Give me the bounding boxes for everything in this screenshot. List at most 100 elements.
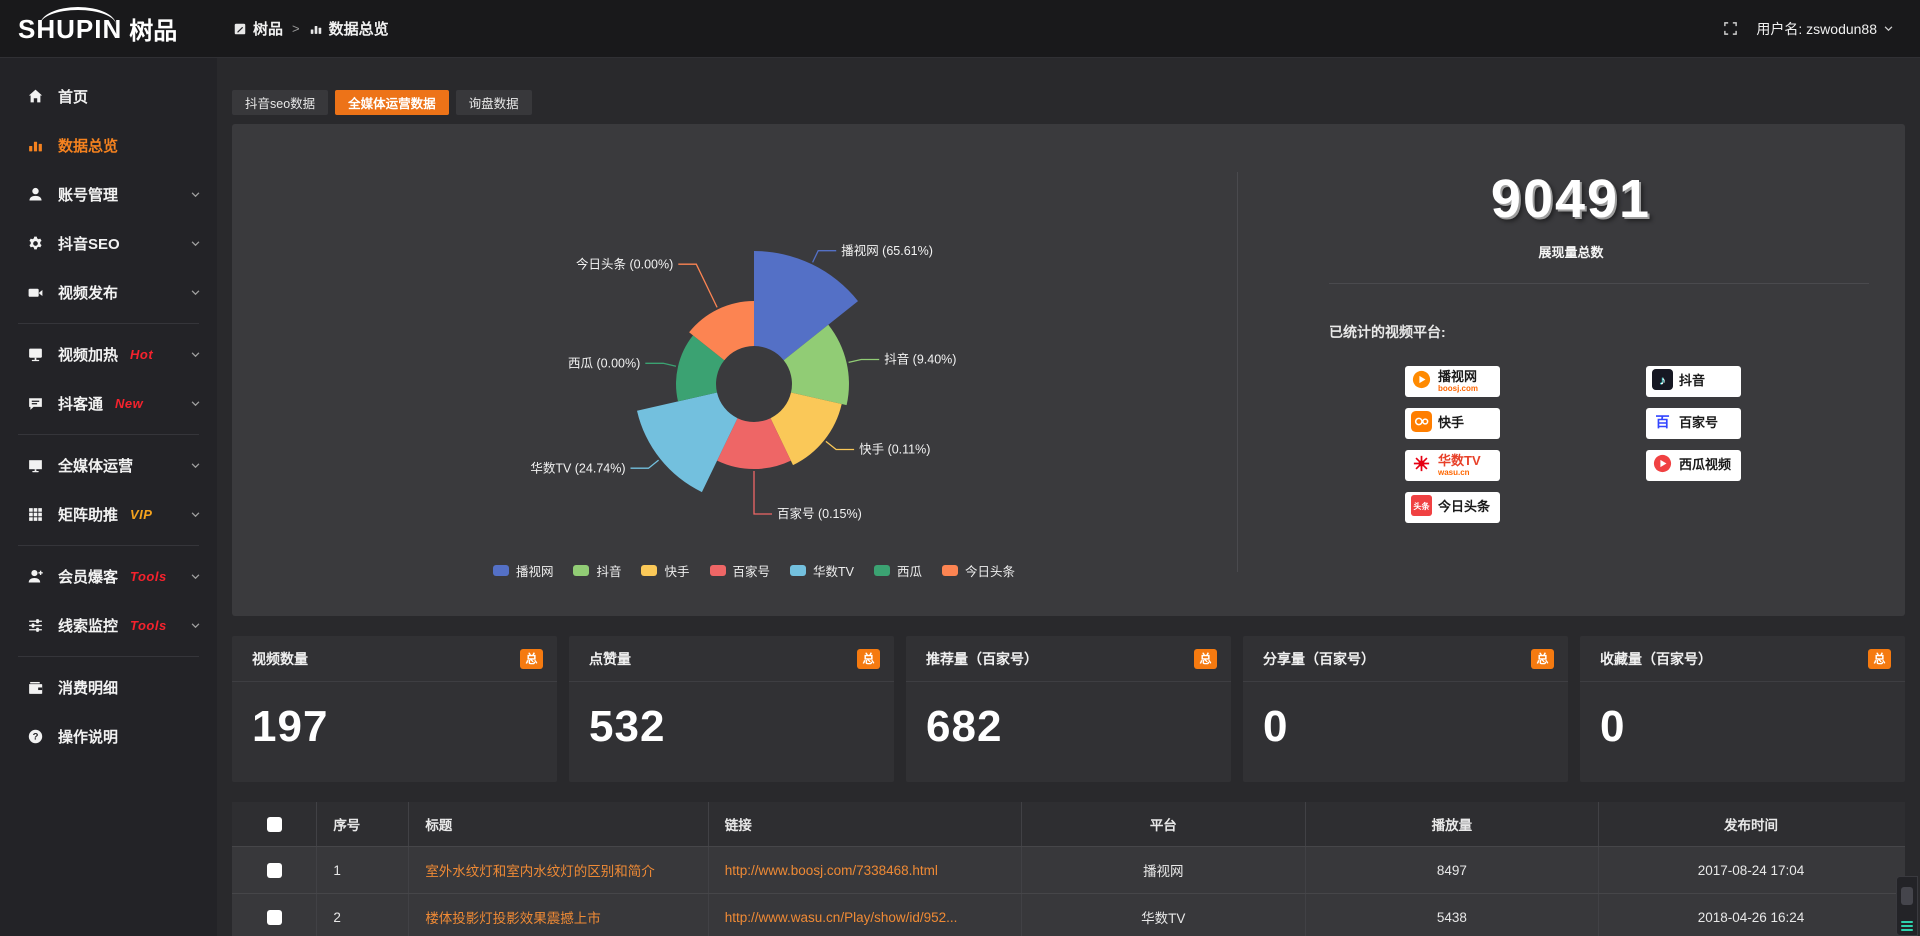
platform-name: 快手 — [1438, 416, 1464, 430]
platform-badge-toutiao[interactable]: 头条今日头条 — [1405, 492, 1500, 523]
stat-card-label: 收藏量（百家号） — [1600, 649, 1712, 669]
legend-item-6[interactable]: 西瓜 — [874, 561, 922, 580]
legend-swatch — [641, 565, 657, 576]
total-badge: 总 — [857, 649, 880, 669]
platforms-label: 已统计的视频平台: — [1329, 322, 1905, 342]
platform-name: 华数TV — [1438, 454, 1481, 468]
table-cell: 5438 — [1306, 894, 1599, 936]
table-cell: 楼体投影灯投影效果震撼上市 — [409, 894, 708, 936]
floating-widget[interactable] — [1896, 876, 1918, 936]
platform-badge-baijiahao[interactable]: 百百家号 — [1646, 408, 1741, 439]
table-header-row: 序号标题链接平台播放量发布时间 — [232, 802, 1905, 847]
sidebar-item-7[interactable]: 抖客通New — [0, 379, 217, 428]
pie-slice-5[interactable] — [637, 393, 738, 493]
home-icon — [27, 88, 44, 105]
total-badge: 总 — [1531, 649, 1554, 669]
legend-item-3[interactable]: 快手 — [641, 561, 689, 580]
table-cell: http://www.wasu.cn/Play/show/id/952... — [709, 894, 1022, 936]
table-cell: 2 — [317, 894, 409, 936]
sidebar-divider — [18, 434, 199, 435]
badge-column-1: 播视网boosj.com 快手华数TVwasu.cn 头条今日头条 — [1405, 366, 1500, 523]
video-url-link[interactable]: http://www.wasu.cn/Play/show/id/952... — [725, 910, 958, 925]
video-title-link[interactable]: 楼体投影灯投影效果震撼上市 — [425, 907, 601, 927]
platform-badge-boosj[interactable]: 播视网boosj.com — [1405, 366, 1500, 397]
tab-2[interactable]: 全媒体运营数据 — [335, 90, 449, 115]
legend-swatch — [874, 565, 890, 576]
sidebar-item-label: 数据总览 — [58, 135, 118, 156]
tab-3[interactable]: 询盘数据 — [456, 90, 532, 115]
stat-card-value: 197 — [252, 702, 557, 752]
sidebar-item-tag: VIP — [130, 507, 152, 522]
table-cell: 播视网 — [1022, 847, 1306, 893]
sidebar-item-10[interactable]: 会员爆客Tools — [0, 552, 217, 601]
svg-text:♪: ♪ — [1660, 373, 1666, 387]
panel-divider-vertical — [1237, 172, 1238, 572]
legend-item-4[interactable]: 百家号 — [710, 561, 771, 580]
stat-card-value: 532 — [589, 702, 894, 752]
baijiahao-logo-icon: 百 — [1652, 411, 1673, 437]
breadcrumb-current[interactable]: 数据总览 — [309, 18, 389, 39]
logo-arc — [40, 7, 116, 25]
platform-sub: wasu.cn — [1438, 469, 1481, 477]
chevron-down-icon — [190, 349, 201, 360]
sidebar-item-3[interactable]: 账号管理 — [0, 170, 217, 219]
sidebar-item-tag: Hot — [130, 347, 153, 362]
stat-card-header: 收藏量（百家号）总 — [1580, 636, 1905, 682]
stat-card-header: 视频数量总 — [232, 636, 557, 682]
table-cell — [232, 847, 317, 893]
legend-item-1[interactable]: 播视网 — [493, 561, 554, 580]
breadcrumb: 树品 > 数据总览 — [233, 18, 389, 39]
sidebar-item-tag: Tools — [130, 569, 167, 584]
sidebar-item-label: 消费明细 — [58, 677, 118, 698]
sidebar-item-1[interactable]: 首页 — [0, 72, 217, 121]
platform-badge-kuaishou[interactable]: 快手 — [1405, 408, 1500, 439]
chevron-down-icon — [190, 398, 201, 409]
legend-label: 百家号 — [733, 561, 771, 580]
table-row: 1室外水纹灯和室内水纹灯的区别和简介http://www.boosj.com/7… — [232, 847, 1905, 894]
row-checkbox[interactable] — [267, 863, 282, 878]
floating-widget-bar — [1901, 921, 1913, 923]
video-url-link[interactable]: http://www.boosj.com/7338468.html — [725, 863, 938, 878]
xigua-logo-icon — [1652, 453, 1673, 479]
platform-badge-xigua[interactable]: 西瓜视频 — [1646, 450, 1741, 481]
platform-badge-wasu[interactable]: 华数TVwasu.cn — [1405, 450, 1500, 481]
legend-label: 西瓜 — [897, 561, 922, 580]
sidebar-item-8[interactable]: 全媒体运营 — [0, 441, 217, 490]
sidebar-item-6[interactable]: 视频加热 Hot — [0, 330, 217, 379]
floating-widget-knob — [1901, 887, 1913, 905]
legend-item-5[interactable]: 华数TV — [790, 561, 854, 580]
stat-card-value: 0 — [1600, 702, 1905, 752]
pie-slice-label: 抖音 (9.40%) — [884, 352, 956, 367]
row-checkbox[interactable] — [267, 910, 282, 925]
select-all-checkbox[interactable] — [267, 817, 282, 832]
legend-item-2[interactable]: 抖音 — [573, 561, 621, 580]
legend-item-7[interactable]: 今日头条 — [942, 561, 1015, 580]
tab-bar: 抖音seo数据全媒体运营数据询盘数据 — [232, 90, 1905, 115]
sidebar-divider — [18, 545, 199, 546]
sidebar-item-2[interactable]: 数据总览 — [0, 121, 217, 170]
sidebar-item-9[interactable]: 矩阵助推VIP — [0, 490, 217, 539]
stat-card-4: 分享量（百家号）总0 — [1243, 636, 1568, 782]
sidebar-item-12[interactable]: 消费明细 — [0, 663, 217, 712]
fullscreen-icon[interactable] — [1723, 21, 1738, 36]
sidebar-item-13[interactable]: ?操作说明 — [0, 712, 217, 761]
chevron-down-icon — [190, 287, 201, 298]
legend-swatch — [710, 565, 726, 576]
tab-1[interactable]: 抖音seo数据 — [232, 90, 328, 115]
video-title-link[interactable]: 室外水纹灯和室内水纹灯的区别和简介 — [425, 860, 655, 880]
sidebar-item-label: 视频加热 — [58, 344, 118, 365]
kuaishou-logo-icon — [1411, 411, 1432, 437]
sidebar-item-11[interactable]: 线索监控Tools — [0, 601, 217, 650]
user-menu[interactable]: 用户名: zswodun88 — [1756, 19, 1894, 39]
sidebar-item-5[interactable]: 视频发布 — [0, 268, 217, 317]
breadcrumb-root[interactable]: 树品 — [233, 18, 283, 39]
sidebar-item-label: 账号管理 — [58, 184, 118, 205]
legend-swatch — [790, 565, 806, 576]
sidebar-item-tag: Tools — [130, 618, 167, 633]
platform-badge-douyin[interactable]: ♪♪抖音 — [1646, 366, 1741, 397]
bar-chart-icon — [309, 22, 323, 36]
pie-slice-label: 西瓜 (0.00%) — [568, 357, 640, 371]
sidebar-item-4[interactable]: 抖音SEO — [0, 219, 217, 268]
platform-name: 西瓜视频 — [1679, 458, 1731, 472]
sidebar-divider — [18, 323, 199, 324]
